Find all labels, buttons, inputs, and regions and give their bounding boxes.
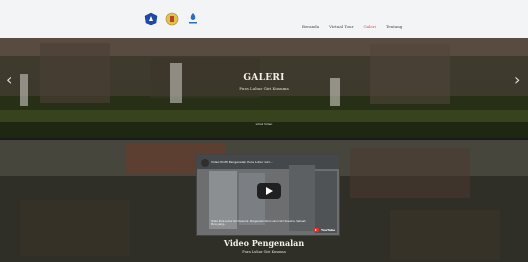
youtube-label: YouTube <box>321 228 336 232</box>
hero-title: GALERI <box>243 73 285 83</box>
video-embed[interactable]: Video Profil Pengenalan Pura Luhur Giri.… <box>196 154 340 236</box>
youtube-play-icon <box>313 228 319 232</box>
play-icon[interactable] <box>257 183 281 199</box>
logo-group <box>144 12 200 26</box>
carousel-next-icon[interactable]: › <box>514 70 524 90</box>
tree-logo-icon[interactable] <box>186 12 200 26</box>
nav-link-tentang[interactable]: Tentang <box>386 24 402 29</box>
channel-avatar <box>201 159 209 167</box>
top-navbar: Beranda Virtual Tour Galeri Tentang <box>0 0 528 38</box>
youtube-logo[interactable]: YouTube <box>313 228 335 232</box>
hero-view-link[interactable]: Lihat Video <box>0 122 528 126</box>
nav-links: Beranda Virtual Tour Galeri Tentang <box>302 24 402 29</box>
carousel-prev-icon[interactable]: ‹ <box>6 70 16 90</box>
video-caption: Video Pura Luhur Giri Kusuma. Pengenalan… <box>211 220 306 226</box>
video-subtitle: Pura Luhur Giri Kusuma <box>242 250 286 254</box>
gallery-hero: GALERI Pura Luhur Giri Kusuma Lihat Vide… <box>0 38 528 138</box>
nav-link-galeri[interactable]: Galeri <box>364 24 376 29</box>
nav-link-virtual-tour[interactable]: Virtual Tour <box>329 24 353 29</box>
crest-logo-icon[interactable] <box>144 12 158 26</box>
video-title[interactable]: Video Profil Pengenalan Pura Luhur Giri.… <box>211 160 273 164</box>
temple-logo-icon[interactable] <box>165 12 179 26</box>
nav-link-beranda[interactable]: Beranda <box>302 24 319 29</box>
hero-subtitle: Pura Luhur Giri Kusuma <box>239 86 289 91</box>
video-title-heading: Video Pengenalan <box>223 238 305 248</box>
